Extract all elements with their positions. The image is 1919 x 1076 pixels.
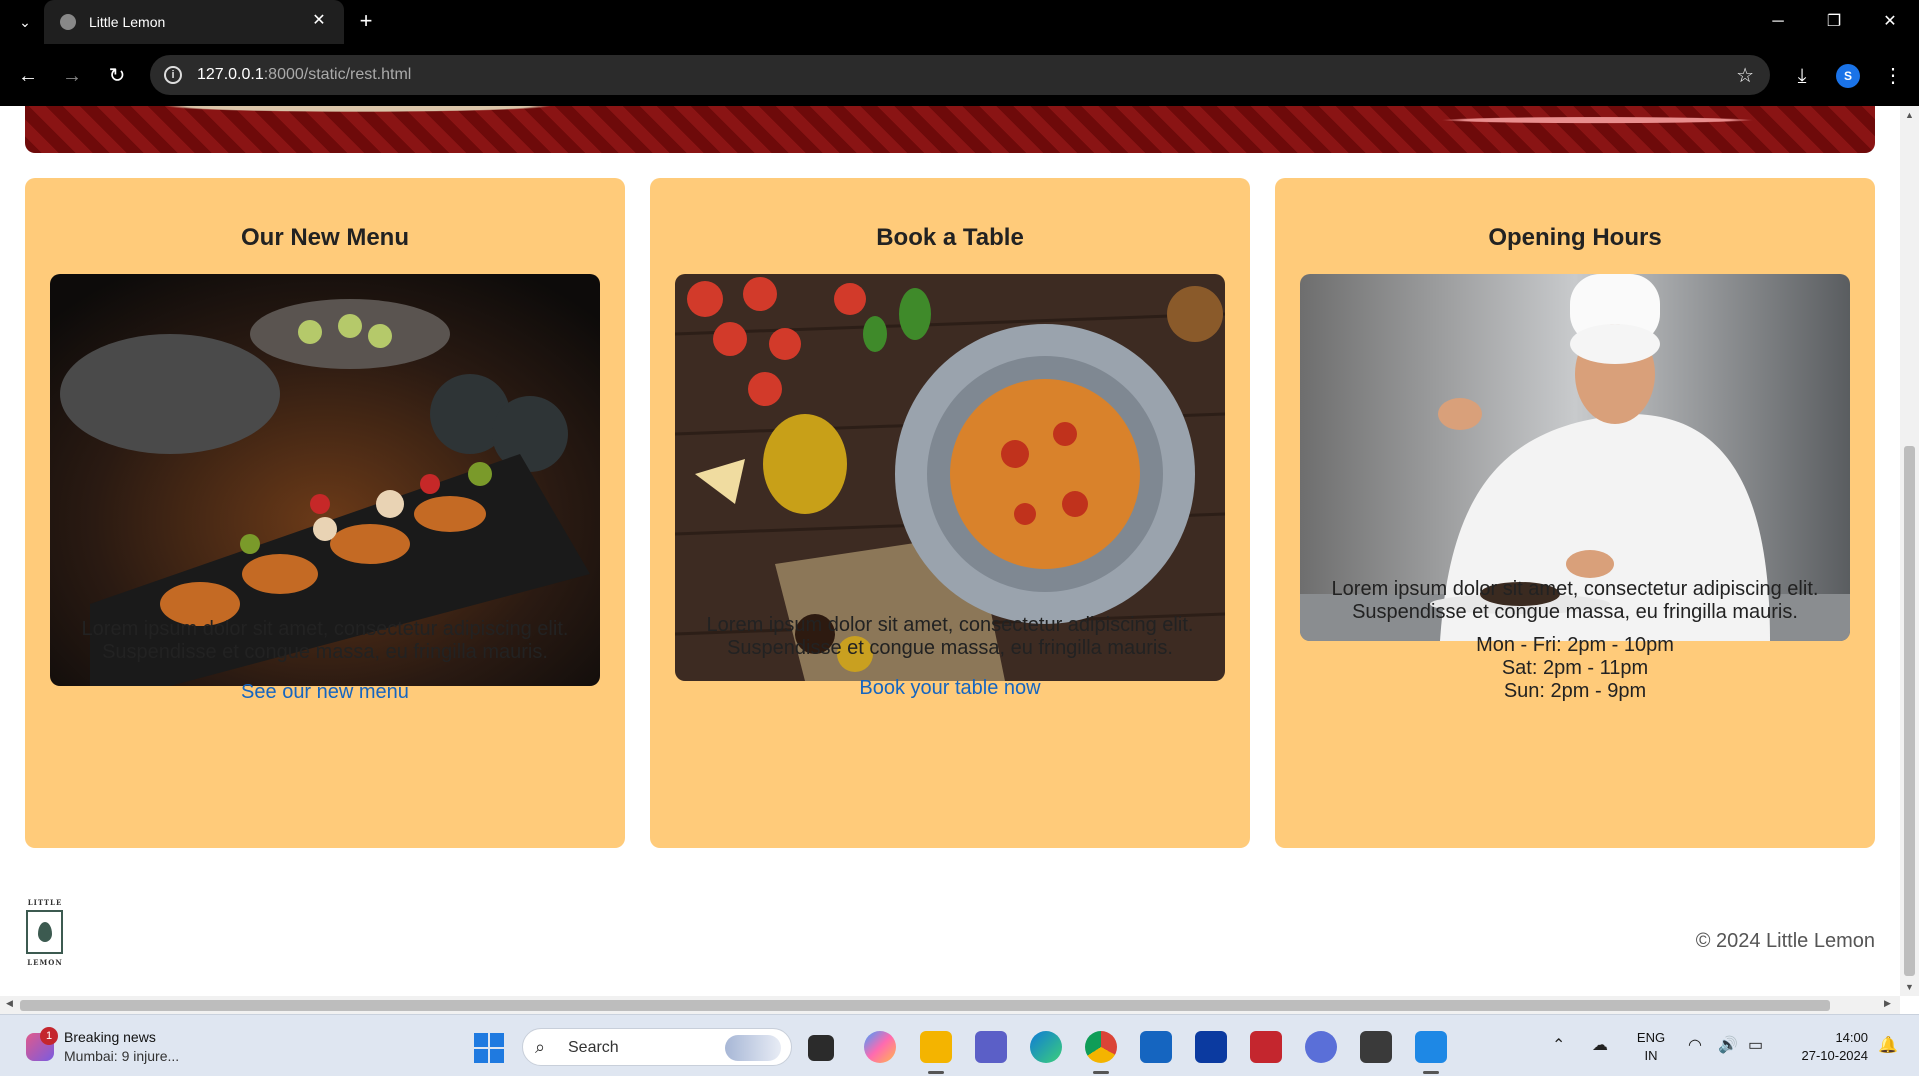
hours-sunday: Sun: 2pm - 9pm — [1503, 680, 1647, 702]
restore-icon[interactable]: ❐ — [1812, 8, 1856, 36]
scroll-down-icon[interactable]: ▼ — [1900, 982, 1919, 992]
search-highlight-image — [725, 1035, 781, 1061]
show-hidden-icons-chevron-icon[interactable]: ⌃ — [1552, 1035, 1565, 1055]
tab-search-chevron-icon[interactable]: ⌄ — [14, 12, 36, 32]
site-info-icon[interactable]: i — [164, 66, 182, 84]
vscode-icon[interactable] — [1415, 1031, 1447, 1074]
see-menu-link[interactable]: See our new menu — [25, 681, 625, 704]
time: 14:00 — [1835, 1030, 1868, 1045]
terminal-app-icon[interactable] — [1360, 1031, 1392, 1063]
scroll-left-icon[interactable]: ◀ — [6, 998, 13, 1009]
notification-badge: 1 — [40, 1027, 58, 1045]
card-title: Opening Hours — [1488, 224, 1662, 251]
close-tab-icon[interactable]: ✕ — [308, 10, 330, 32]
browser-tab[interactable]: Little Lemon ✕ — [44, 0, 344, 44]
news-widget[interactable]: 1 Breaking news Mumbai: 9 injure... — [20, 1027, 220, 1067]
book-table-link[interactable]: Book your table now — [650, 677, 1250, 700]
search-icon: ⌕ — [535, 1037, 546, 1057]
tab-title: Little Lemon — [89, 14, 166, 30]
profile-avatar[interactable]: S — [1836, 64, 1860, 88]
arc-app-icon[interactable] — [1305, 1031, 1337, 1063]
battery-icon[interactable]: ▭ — [1748, 1035, 1763, 1055]
horizontal-scroll-thumb[interactable] — [20, 1000, 1830, 1011]
url-text[interactable]: 127.0.0.1:8000/static/rest.html — [197, 66, 411, 84]
windows-taskbar: 1 Breaking news Mumbai: 9 injure... ⌕ Se… — [0, 1014, 1919, 1076]
microsoft-store-icon[interactable] — [1140, 1031, 1172, 1063]
search-label: Search — [568, 1039, 619, 1056]
browser-toolbar: ← → ↻ i 127.0.0.1:8000/static/rest.html … — [0, 44, 1919, 106]
card-new-menu: Our New Menu Lorem ipsum dolor sit amet,… — [25, 178, 625, 848]
language-indicator[interactable]: ENG IN — [1636, 1029, 1666, 1065]
little-lemon-logo[interactable]: LITTLE LEMON — [25, 898, 65, 968]
news-title: Breaking news — [64, 1029, 156, 1045]
lemon-icon — [38, 922, 52, 942]
forward-icon[interactable]: → — [58, 62, 86, 90]
page-viewport: Our New Menu Lorem ipsum dolor sit amet,… — [0, 106, 1900, 996]
hours-weekday: Mon - Fri: 2pm - 10pm — [1476, 634, 1674, 656]
notification-bell-icon[interactable]: 🔔 — [1878, 1035, 1898, 1055]
minimize-icon[interactable]: ─ — [1756, 8, 1800, 36]
chrome-icon[interactable] — [1085, 1031, 1117, 1074]
mcafee-icon[interactable] — [1250, 1031, 1282, 1063]
page-footer: LITTLE LEMON © 2024 Little Lemon — [0, 874, 1900, 996]
wifi-icon[interactable]: ◠ — [1688, 1035, 1702, 1055]
date: 27-10-2024 — [1801, 1048, 1869, 1063]
taskbar-search[interactable]: ⌕ Search — [522, 1028, 792, 1066]
l-app-icon[interactable] — [1195, 1031, 1227, 1063]
start-windows-icon[interactable] — [474, 1033, 504, 1063]
file-explorer-icon[interactable] — [920, 1031, 952, 1074]
vertical-scroll-thumb[interactable] — [1904, 446, 1915, 976]
edge-icon[interactable] — [1030, 1031, 1062, 1063]
card-opening-hours: Opening Hours Lorem ipsum dolor sit amet… — [1275, 178, 1875, 848]
copyright-text: © 2024 Little Lemon — [1695, 930, 1875, 952]
vertical-scrollbar[interactable]: ▲ ▼ — [1900, 106, 1919, 996]
address-bar[interactable]: i 127.0.0.1:8000/static/rest.html ☆ — [150, 55, 1770, 95]
task-view-icon[interactable] — [808, 1035, 834, 1061]
scroll-up-icon[interactable]: ▲ — [1900, 110, 1919, 120]
volume-icon[interactable]: 🔊 — [1718, 1035, 1738, 1055]
bookmark-star-icon[interactable]: ☆ — [1736, 63, 1754, 88]
back-icon[interactable]: ← — [14, 62, 42, 90]
teams-icon[interactable] — [975, 1031, 1007, 1063]
card-description: Lorem ipsum dolor sit amet, consectetur … — [81, 618, 569, 663]
new-tab-button[interactable]: + — [354, 10, 378, 34]
browser-tab-bar: ⌄ Little Lemon ✕ + ─ ❐ ✕ — [0, 0, 1919, 44]
globe-icon — [60, 14, 76, 30]
horizontal-scrollbar[interactable]: ◀ ▶ — [0, 996, 1900, 1014]
opening-hours-list: Mon - Fri: 2pm - 10pm Sat: 2pm - 11pm Su… — [1275, 634, 1875, 703]
download-icon[interactable]: ⤓ — [1787, 61, 1817, 91]
news-subtitle: Mumbai: 9 injure... — [64, 1048, 180, 1064]
card-description: Lorem ipsum dolor sit amet, consectetur … — [1331, 578, 1819, 623]
hero-image — [25, 106, 1875, 153]
close-window-icon[interactable]: ✕ — [1868, 8, 1912, 36]
menu-kebab-icon[interactable]: ⋮ — [1878, 61, 1908, 91]
hours-saturday: Sat: 2pm - 11pm — [1501, 657, 1649, 679]
copilot-icon[interactable] — [864, 1031, 896, 1063]
reload-icon[interactable]: ↻ — [103, 62, 131, 90]
clock[interactable]: 14:00 27-10-2024 — [1784, 1029, 1869, 1065]
card-description: Lorem ipsum dolor sit amet, consectetur … — [706, 614, 1194, 659]
card-book-table: Book a Table Lorem ipsum dolor sit amet,… — [650, 178, 1250, 848]
scroll-right-icon[interactable]: ▶ — [1884, 998, 1891, 1009]
card-title: Our New Menu — [240, 224, 409, 251]
card-title: Book a Table — [876, 224, 1024, 251]
onedrive-icon[interactable]: ☁ — [1592, 1035, 1608, 1055]
